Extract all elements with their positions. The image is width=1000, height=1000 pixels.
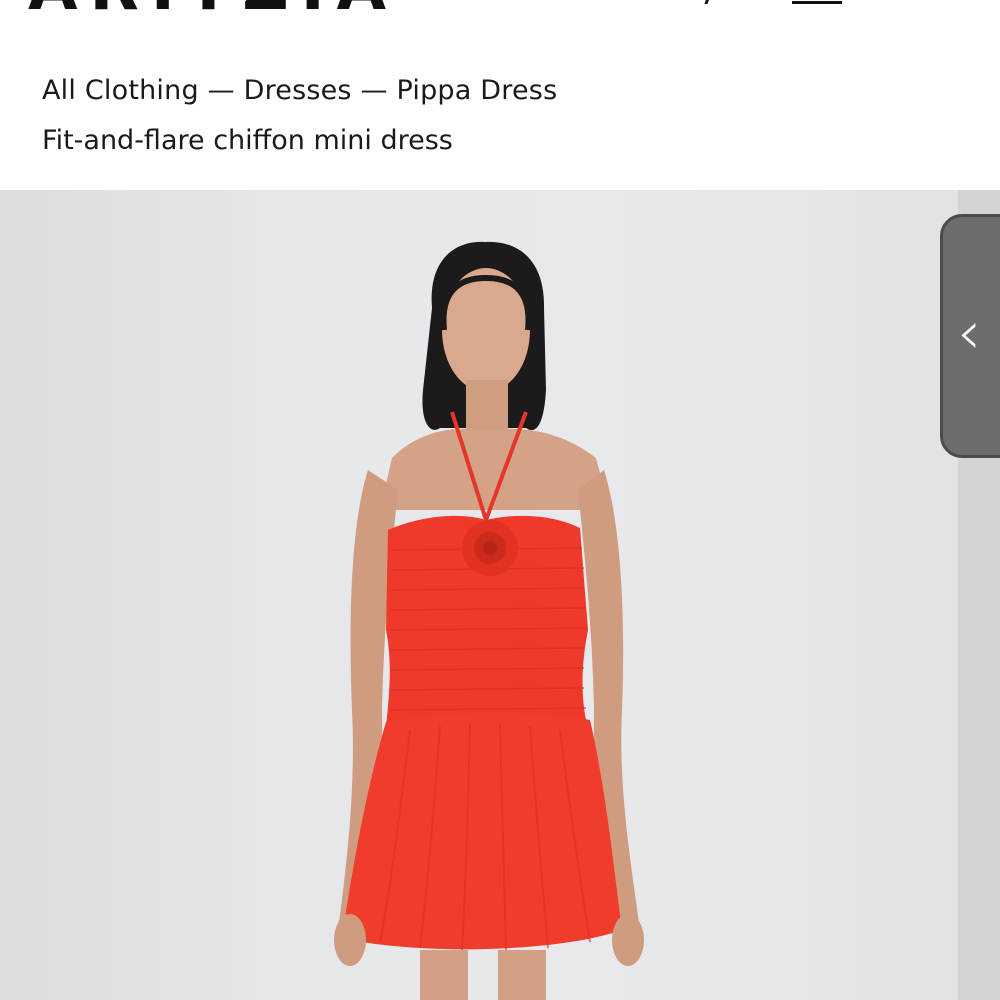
breadcrumb-separator: — — [360, 75, 388, 106]
product-photo — [334, 241, 644, 1000]
chevron-left-icon: ‹ — [957, 298, 981, 368]
brand-logo[interactable]: ARITZIA — [28, 0, 398, 20]
menu-icon[interactable] — [792, 0, 842, 4]
breadcrumb-separator: — — [207, 75, 235, 106]
product-image-gallery[interactable]: ‹ — [0, 190, 1000, 1000]
side-drawer-tab[interactable]: ‹ — [940, 214, 1000, 458]
search-icon[interactable] — [689, 0, 713, 4]
breadcrumb-item-dresses[interactable]: Dresses — [244, 75, 352, 106]
breadcrumb-item-all-clothing[interactable]: All Clothing — [42, 75, 199, 106]
page-header: ARITZIA All Clothing — Dresses — Pippa D… — [0, 0, 1000, 190]
breadcrumb: All Clothing — Dresses — Pippa Dress — [42, 72, 557, 110]
product-subtitle: Fit-and-flare chiffon mini dress — [42, 125, 453, 156]
breadcrumb-item-current: Pippa Dress — [396, 75, 558, 106]
